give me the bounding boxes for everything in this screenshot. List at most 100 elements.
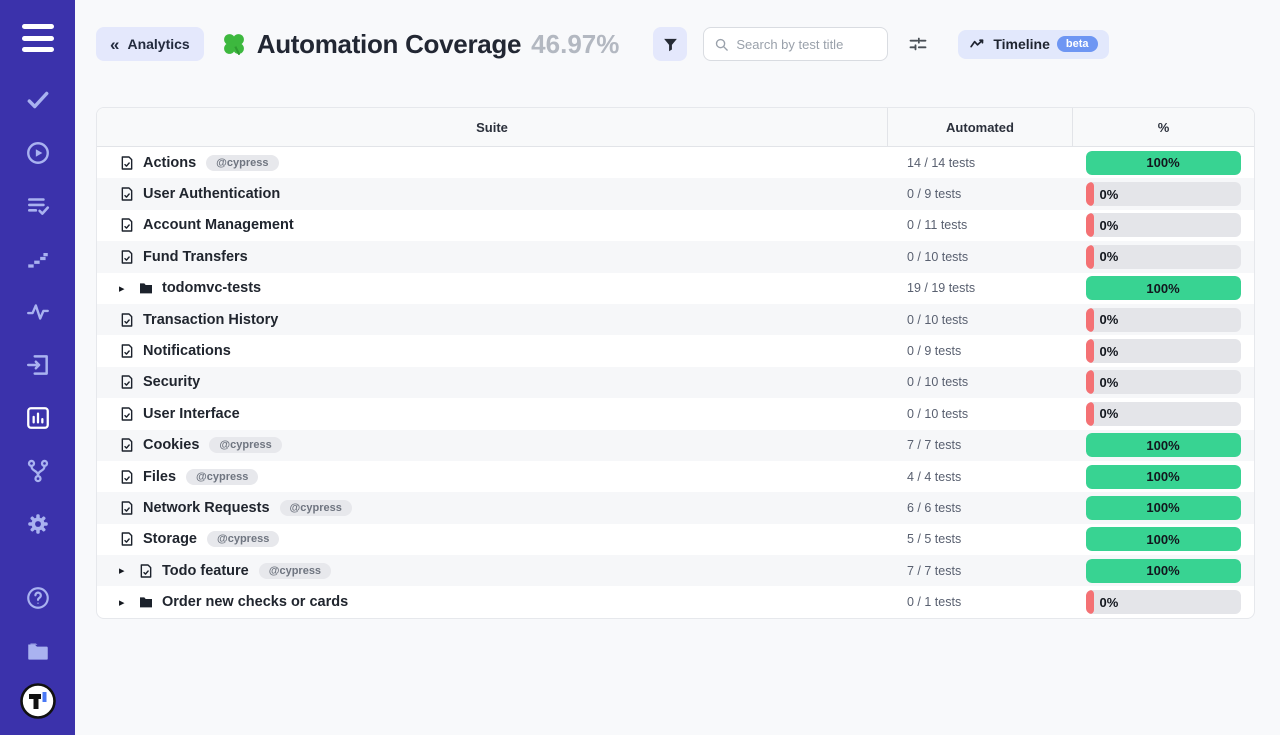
table-row[interactable]: Security 0 / 10 tests 0%	[97, 367, 1254, 398]
folder-icon[interactable]	[24, 637, 52, 665]
row-icon	[119, 500, 135, 516]
automated-count: 0 / 10 tests	[887, 313, 1072, 327]
bar-chart-icon[interactable]	[24, 404, 52, 432]
file-check-icon	[119, 186, 135, 202]
coverage-bar-fill	[1086, 213, 1094, 237]
suite-cell: ▸ Order new checks or cards	[97, 594, 887, 610]
suite-name[interactable]: User Authentication	[143, 186, 280, 202]
coverage-percent-label: 0%	[1100, 245, 1119, 269]
coverage-percent-label: 0%	[1100, 370, 1119, 394]
table-row[interactable]: User Interface 0 / 10 tests 0%	[97, 398, 1254, 429]
suite-name[interactable]: todomvc-tests	[162, 280, 261, 296]
main-content: « Analytics Automation Coverage 46.97% T…	[75, 0, 1280, 735]
suite-name[interactable]: Notifications	[143, 343, 231, 359]
expand-arrow-icon[interactable]: ▸	[119, 564, 131, 577]
table-row[interactable]: Transaction History 0 / 10 tests 0%	[97, 304, 1254, 335]
folder-icon	[138, 594, 154, 610]
table-row[interactable]: Notifications 0 / 9 tests 0%	[97, 335, 1254, 366]
coverage-percent-label: 100%	[1086, 527, 1241, 551]
suite-tag-badge: @cypress	[259, 563, 331, 579]
suite-name[interactable]: Todo feature	[162, 563, 249, 579]
search-input[interactable]	[736, 37, 876, 52]
row-icon	[119, 406, 135, 422]
row-icon	[119, 186, 135, 202]
suite-cell: Security	[97, 374, 887, 390]
suite-tag-badge: @cypress	[280, 500, 352, 516]
suite-cell: Files @cypress	[97, 469, 887, 485]
table-row[interactable]: Files @cypress 4 / 4 tests 100%	[97, 461, 1254, 492]
suite-name[interactable]: Transaction History	[143, 312, 278, 328]
row-icon	[119, 155, 135, 171]
pulse-icon[interactable]	[24, 298, 52, 326]
suite-name[interactable]: Network Requests	[143, 500, 270, 516]
suite-name[interactable]: Order new checks or cards	[162, 594, 348, 610]
suite-cell: Transaction History	[97, 312, 887, 328]
row-icon	[119, 437, 135, 453]
suite-name[interactable]: Account Management	[143, 217, 294, 233]
steps-icon[interactable]	[24, 245, 52, 273]
clover-icon	[220, 30, 248, 58]
coverage-bar-fill	[1086, 339, 1094, 363]
table-row[interactable]: ▸ Todo feature @cypress 7 / 7 tests 100%	[97, 555, 1254, 586]
expand-arrow-icon[interactable]: ▸	[119, 596, 131, 609]
automated-count: 0 / 10 tests	[887, 407, 1072, 421]
table-row[interactable]: Account Management 0 / 11 tests 0%	[97, 210, 1254, 241]
coverage-percent-label: 0%	[1100, 308, 1119, 332]
file-check-icon	[119, 249, 135, 265]
table-row[interactable]: ▸ todomvc-tests 19 / 19 tests 100%	[97, 273, 1254, 304]
row-icon	[138, 280, 154, 296]
row-icon	[119, 374, 135, 390]
suite-cell: Network Requests @cypress	[97, 500, 887, 516]
list-check-icon[interactable]	[24, 192, 52, 220]
file-check-icon	[119, 406, 135, 422]
timeline-button[interactable]: Timeline beta	[958, 30, 1108, 59]
sliders-settings-button[interactable]	[906, 32, 930, 56]
suite-name[interactable]: Storage	[143, 531, 197, 547]
coverage-bar-fill	[1086, 308, 1094, 332]
table-row[interactable]: User Authentication 0 / 9 tests 0%	[97, 178, 1254, 209]
filter-button[interactable]	[653, 27, 687, 61]
coverage-bar-fill	[1086, 245, 1094, 269]
suite-name[interactable]: Security	[143, 374, 200, 390]
suite-name[interactable]: Cookies	[143, 437, 199, 453]
suite-name[interactable]: Files	[143, 469, 176, 485]
suite-name[interactable]: User Interface	[143, 406, 240, 422]
gear-icon[interactable]	[24, 510, 52, 538]
check-icon[interactable]	[24, 86, 52, 114]
automated-count: 0 / 10 tests	[887, 375, 1072, 389]
back-to-analytics-button[interactable]: « Analytics	[96, 27, 204, 61]
expand-arrow-icon[interactable]: ▸	[119, 282, 131, 295]
table-row[interactable]: Actions @cypress 14 / 14 tests 100%	[97, 147, 1254, 178]
coverage-percent-label: 0%	[1100, 182, 1119, 206]
import-icon[interactable]	[24, 351, 52, 379]
coverage-bar: 100%	[1086, 465, 1241, 489]
table-row[interactable]: Cookies @cypress 7 / 7 tests 100%	[97, 430, 1254, 461]
coverage-percentage: 46.97%	[531, 29, 619, 60]
play-circle-icon[interactable]	[24, 139, 52, 167]
search-box[interactable]	[703, 27, 888, 61]
table-row[interactable]: Network Requests @cypress 6 / 6 tests 10…	[97, 492, 1254, 523]
help-icon[interactable]	[24, 584, 52, 612]
coverage-percent-label: 100%	[1086, 496, 1241, 520]
suite-cell: User Authentication	[97, 186, 887, 202]
automated-count: 14 / 14 tests	[887, 156, 1072, 170]
hamburger-menu-icon[interactable]	[22, 24, 54, 52]
branch-icon[interactable]	[24, 457, 52, 485]
search-icon	[714, 37, 729, 52]
table-row[interactable]: ▸ Order new checks or cards 0 / 1 tests …	[97, 586, 1254, 617]
suite-name[interactable]: Fund Transfers	[143, 249, 248, 265]
file-check-icon	[119, 531, 135, 547]
testomat-logo[interactable]	[19, 682, 57, 720]
coverage-bar: 0%	[1086, 182, 1241, 206]
coverage-bar: 0%	[1086, 308, 1241, 332]
row-icon	[138, 563, 154, 579]
automated-count: 0 / 10 tests	[887, 250, 1072, 264]
file-check-icon	[119, 437, 135, 453]
table-row[interactable]: Storage @cypress 5 / 5 tests 100%	[97, 524, 1254, 555]
table-row[interactable]: Fund Transfers 0 / 10 tests 0%	[97, 241, 1254, 272]
column-header-automated: Automated	[887, 108, 1072, 146]
suite-name[interactable]: Actions	[143, 155, 196, 171]
row-icon	[138, 594, 154, 610]
automated-count: 0 / 1 tests	[887, 595, 1072, 609]
coverage-percent-label: 0%	[1100, 213, 1119, 237]
